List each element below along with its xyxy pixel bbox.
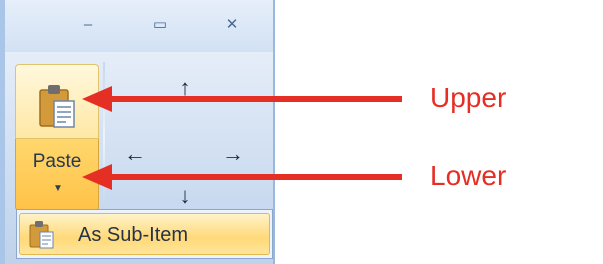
paste-button-lower[interactable]: Paste ▼: [15, 139, 99, 211]
minimize-button[interactable]: –: [73, 13, 103, 37]
clipboard-icon: [39, 85, 75, 128]
menu-item-as-sub-item[interactable]: As Sub-Item: [19, 213, 270, 255]
menu-item-label: As Sub-Item: [78, 224, 189, 246]
title-bar: – ▭ ✕: [5, 0, 275, 52]
app-window: – ▭ ✕ Paste ▼ ↑ ← → ↓ As Sub-Item: [0, 0, 279, 264]
paste-button-upper[interactable]: [15, 64, 99, 139]
paste-dropdown-menu: As Sub-Item: [16, 209, 273, 259]
close-button[interactable]: ✕: [217, 13, 247, 37]
arrow-left-icon[interactable]: ←: [123, 142, 147, 166]
move-pad: ↑ ← → ↓: [109, 70, 261, 210]
callout-lower-label: Lower: [430, 160, 507, 191]
group-divider: [103, 62, 105, 212]
callout-upper-label: Upper: [430, 82, 507, 113]
paste-label: Paste: [32, 151, 82, 172]
clipboard-icon: [29, 221, 54, 249]
close-icon: ✕: [225, 16, 239, 33]
minimize-icon: –: [83, 16, 93, 33]
maximize-button[interactable]: ▭: [145, 13, 175, 37]
arrow-right-icon[interactable]: →: [221, 142, 245, 166]
maximize-icon: ▭: [152, 16, 168, 33]
chevron-down-icon: ▼: [53, 183, 63, 194]
arrow-up-icon[interactable]: ↑: [173, 76, 197, 100]
arrow-down-icon[interactable]: ↓: [173, 184, 197, 208]
